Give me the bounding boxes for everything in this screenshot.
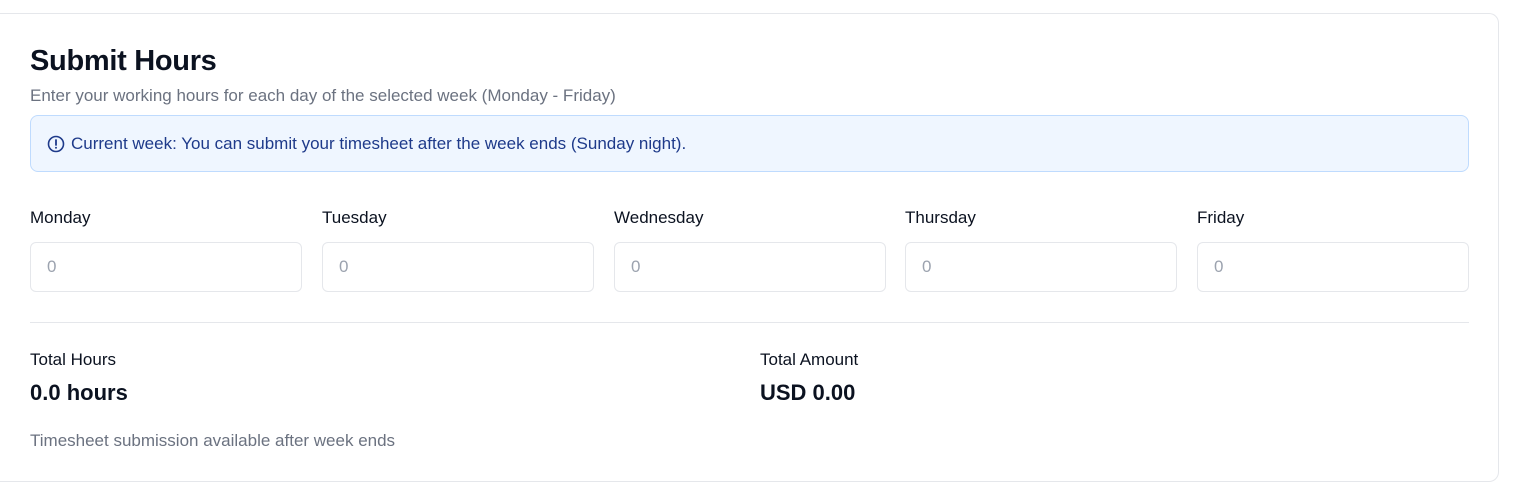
day-thursday: Thursday <box>905 207 1177 292</box>
day-tuesday: Tuesday <box>322 207 594 292</box>
day-label-friday: Friday <box>1197 208 1245 227</box>
day-label-thursday: Thursday <box>905 208 976 227</box>
day-label-wednesday: Wednesday <box>614 208 704 227</box>
day-label-monday: Monday <box>30 208 91 227</box>
page-title: Submit Hours <box>30 45 217 77</box>
total-hours-summary: Total Hours 0.0 hours <box>30 349 128 407</box>
page-subtitle: Enter your working hours for each day of… <box>30 86 616 105</box>
current-week-alert: Current week: You can submit your timesh… <box>30 115 1469 172</box>
day-label-tuesday: Tuesday <box>322 208 387 227</box>
total-hours-label: Total Hours <box>30 350 116 369</box>
hours-input-friday[interactable] <box>1197 242 1469 292</box>
submit-hours-card: Submit Hours Enter your working hours fo… <box>0 13 1499 482</box>
hours-input-monday[interactable] <box>30 242 302 292</box>
total-amount-label: Total Amount <box>760 350 859 369</box>
info-circle-icon <box>47 135 65 153</box>
total-hours-value: 0.0 hours <box>30 380 128 405</box>
day-friday: Friday <box>1197 207 1469 292</box>
hours-input-wednesday[interactable] <box>614 242 886 292</box>
hours-input-thursday[interactable] <box>905 242 1177 292</box>
hours-input-tuesday[interactable] <box>322 242 594 292</box>
day-wednesday: Wednesday <box>614 207 886 292</box>
total-amount-summary: Total Amount USD 0.00 <box>760 349 858 407</box>
day-monday: Monday <box>30 207 302 292</box>
total-amount-value: USD 0.00 <box>760 380 856 405</box>
alert-message: Current week: You can submit your timesh… <box>71 133 687 153</box>
section-divider <box>30 322 1469 323</box>
submission-note: Timesheet submission available after wee… <box>30 431 396 450</box>
